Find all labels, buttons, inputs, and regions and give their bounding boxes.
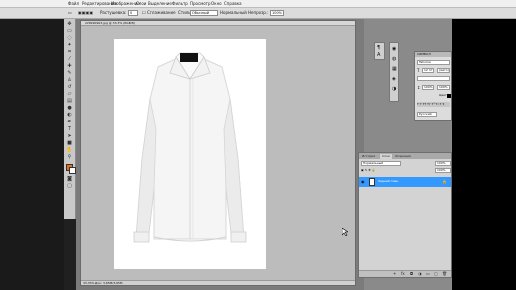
move-tool-icon[interactable]: ✥ <box>66 22 73 27</box>
path-select-icon[interactable]: ➤ <box>66 134 73 139</box>
visibility-eye-icon[interactable]: ◉ <box>361 179 365 184</box>
language-select[interactable]: Русский <box>417 112 437 117</box>
paragraph-icon[interactable]: ¶ <box>377 46 380 51</box>
menu-layers[interactable]: Слои <box>136 1 146 6</box>
layers-panel: История Слои Операции Нормальный 100% ▣ … <box>358 152 452 278</box>
magic-wand-icon[interactable]: ✦ <box>66 43 73 48</box>
text-style-buttons[interactable]: T T TT Tт T¹ T₁ T Ŧ <box>417 102 450 107</box>
tab-layers[interactable]: Слои <box>380 154 392 159</box>
selection-mode-icons[interactable]: ▣▣▣▣ <box>78 10 93 16</box>
mode-label: Нормальный <box>220 10 247 15</box>
marquee-options-icon[interactable]: ▭ <box>68 10 72 16</box>
layers-footer: ⚭ fx ◘ ◑ ▭ ▢ 🗑 <box>359 270 451 277</box>
vertical-scale-icon: ↕ <box>417 85 421 90</box>
desktop-right-strip <box>452 19 516 290</box>
new-layer-icon[interactable]: ▢ <box>434 272 438 276</box>
eyedropper-icon[interactable]: ⁄ <box>66 57 73 62</box>
feather-label: Растушевка: <box>100 10 127 15</box>
link-layers-icon[interactable]: ⚭ <box>393 272 396 276</box>
marquee-tool-icon[interactable]: ▭ <box>66 29 73 34</box>
zoom-level[interactable]: 33,33% <box>83 281 94 285</box>
layer-style-icon[interactable]: fx <box>401 272 405 276</box>
zoom-icon[interactable]: ⚲ <box>66 155 73 160</box>
document-size: Док: 3,65M/3,65M <box>95 281 123 285</box>
document-tab[interactable]: 228290903.jpg @ 33,3% (RGB/8) <box>81 21 355 26</box>
tools-panel: ✥ ▭ ◌ ✦ ⌗ ⁄ ✚ ✎ ♙ ↺ ▱ ▤ ● ◐ ✒ T ➤ ■ ✋ ⚲ … <box>64 19 76 219</box>
layer-lock-icon: 🔒 <box>442 179 447 184</box>
character-panel-title[interactable]: СИМВОЛ <box>415 52 451 57</box>
swatches-icon[interactable]: ▦ <box>392 67 397 72</box>
adjustment-layer-icon[interactable]: ◑ <box>418 272 422 276</box>
font-size-input[interactable]: 12 пт <box>422 68 434 73</box>
pen-icon[interactable]: ✒ <box>66 120 73 125</box>
opacity-input[interactable]: 100% <box>270 10 284 16</box>
quick-mask-icon[interactable]: ◙ <box>66 177 73 182</box>
character-icon[interactable]: A <box>377 53 380 58</box>
leading-input[interactable]: (Авто) <box>437 68 450 73</box>
history-brush-icon[interactable]: ↺ <box>66 85 73 90</box>
tab-history[interactable]: История <box>360 154 377 159</box>
menu-window[interactable]: Окно <box>211 1 222 6</box>
antialias-checkbox[interactable]: ☐ <box>142 10 146 16</box>
menu-filter[interactable]: Фильтр <box>172 1 188 6</box>
menu-view[interactable]: Просмотр <box>190 1 211 6</box>
menu-bar: Файл Редактирование Изображение Слои Выд… <box>0 0 516 8</box>
lock-icons[interactable]: ▣ ✎ ✥ 🔒 <box>361 168 375 173</box>
character-panel: СИМВОЛ Tahoma T 12 пт (Авто) ↕ 100% 100%… <box>414 51 452 121</box>
font-size-icon: T <box>417 68 420 73</box>
vertical-scale-input[interactable]: 100% <box>422 85 434 90</box>
font-family-select[interactable]: Tahoma <box>417 60 450 65</box>
style-select[interactable]: Обычный <box>190 10 218 16</box>
text-color-swatch[interactable] <box>447 94 451 98</box>
layer-row-background[interactable]: ◉ Задний план 🔒 <box>359 177 451 187</box>
gradient-icon[interactable]: ▤ <box>66 99 73 104</box>
document-status-bar: 33,33% Док: 3,65M/3,65M <box>81 280 355 285</box>
layer-thumbnail <box>369 178 375 186</box>
layer-opacity-input[interactable]: 100% <box>435 161 451 166</box>
options-bar: ▭ ▣▣▣▣ Растушевка: 0 ☐ Сглаживание Стиль… <box>0 8 516 19</box>
new-group-icon[interactable]: ▭ <box>426 272 430 276</box>
antialias-label: Сглаживание <box>147 10 176 15</box>
styles-icon[interactable]: ◈ <box>392 77 396 82</box>
brush-icon[interactable]: ✎ <box>66 71 73 76</box>
delete-layer-icon[interactable]: 🗑 <box>442 272 447 276</box>
feather-input[interactable]: 0 <box>128 10 138 16</box>
background-color-swatch[interactable] <box>69 167 76 174</box>
tracking-input[interactable] <box>417 76 450 81</box>
layer-fill-input[interactable]: 100% <box>435 168 451 173</box>
navigator-icon[interactable]: ◉ <box>392 47 396 52</box>
blend-mode-select[interactable]: Нормальный <box>361 161 401 166</box>
shape-icon[interactable]: ■ <box>66 141 73 146</box>
layers-panel-tabs: История Слои Операции <box>359 153 451 159</box>
desktop-left-strip <box>0 19 64 290</box>
healing-brush-icon[interactable]: ✚ <box>66 64 73 69</box>
eraser-icon[interactable]: ▱ <box>66 92 73 97</box>
menu-select[interactable]: Выделение <box>148 1 172 6</box>
mouse-cursor-icon <box>342 228 348 236</box>
color-icon[interactable]: ◍ <box>392 57 396 62</box>
opacity-label: Непрозр.: <box>248 10 269 15</box>
collapsed-panel-icons: ¶ A <box>374 42 385 60</box>
clone-stamp-icon[interactable]: ♙ <box>66 78 73 83</box>
canvas[interactable] <box>114 39 266 269</box>
adjustments-icon[interactable]: ◑ <box>392 87 396 92</box>
dodge-icon[interactable]: ◐ <box>66 113 73 118</box>
blur-icon[interactable]: ● <box>66 106 73 111</box>
menu-file[interactable]: Файл <box>68 1 79 6</box>
tab-actions[interactable]: Операции <box>393 154 413 159</box>
layer-name[interactable]: Задний план <box>378 179 398 184</box>
lasso-tool-icon[interactable]: ◌ <box>66 36 73 41</box>
hand-icon[interactable]: ✋ <box>66 148 73 153</box>
shirt-photo <box>133 52 247 243</box>
type-icon[interactable]: T <box>66 127 73 132</box>
horizontal-scale-input[interactable]: 100% <box>437 85 450 90</box>
crop-icon[interactable]: ⌗ <box>66 50 73 55</box>
layer-mask-icon[interactable]: ◘ <box>410 272 413 276</box>
screen-mode-icon[interactable]: ▢ <box>66 184 73 189</box>
menu-help[interactable]: Справка <box>224 1 242 6</box>
collapsed-panel-icons-2: ◉ ◍ ▦ ◈ ◑ <box>389 42 399 102</box>
